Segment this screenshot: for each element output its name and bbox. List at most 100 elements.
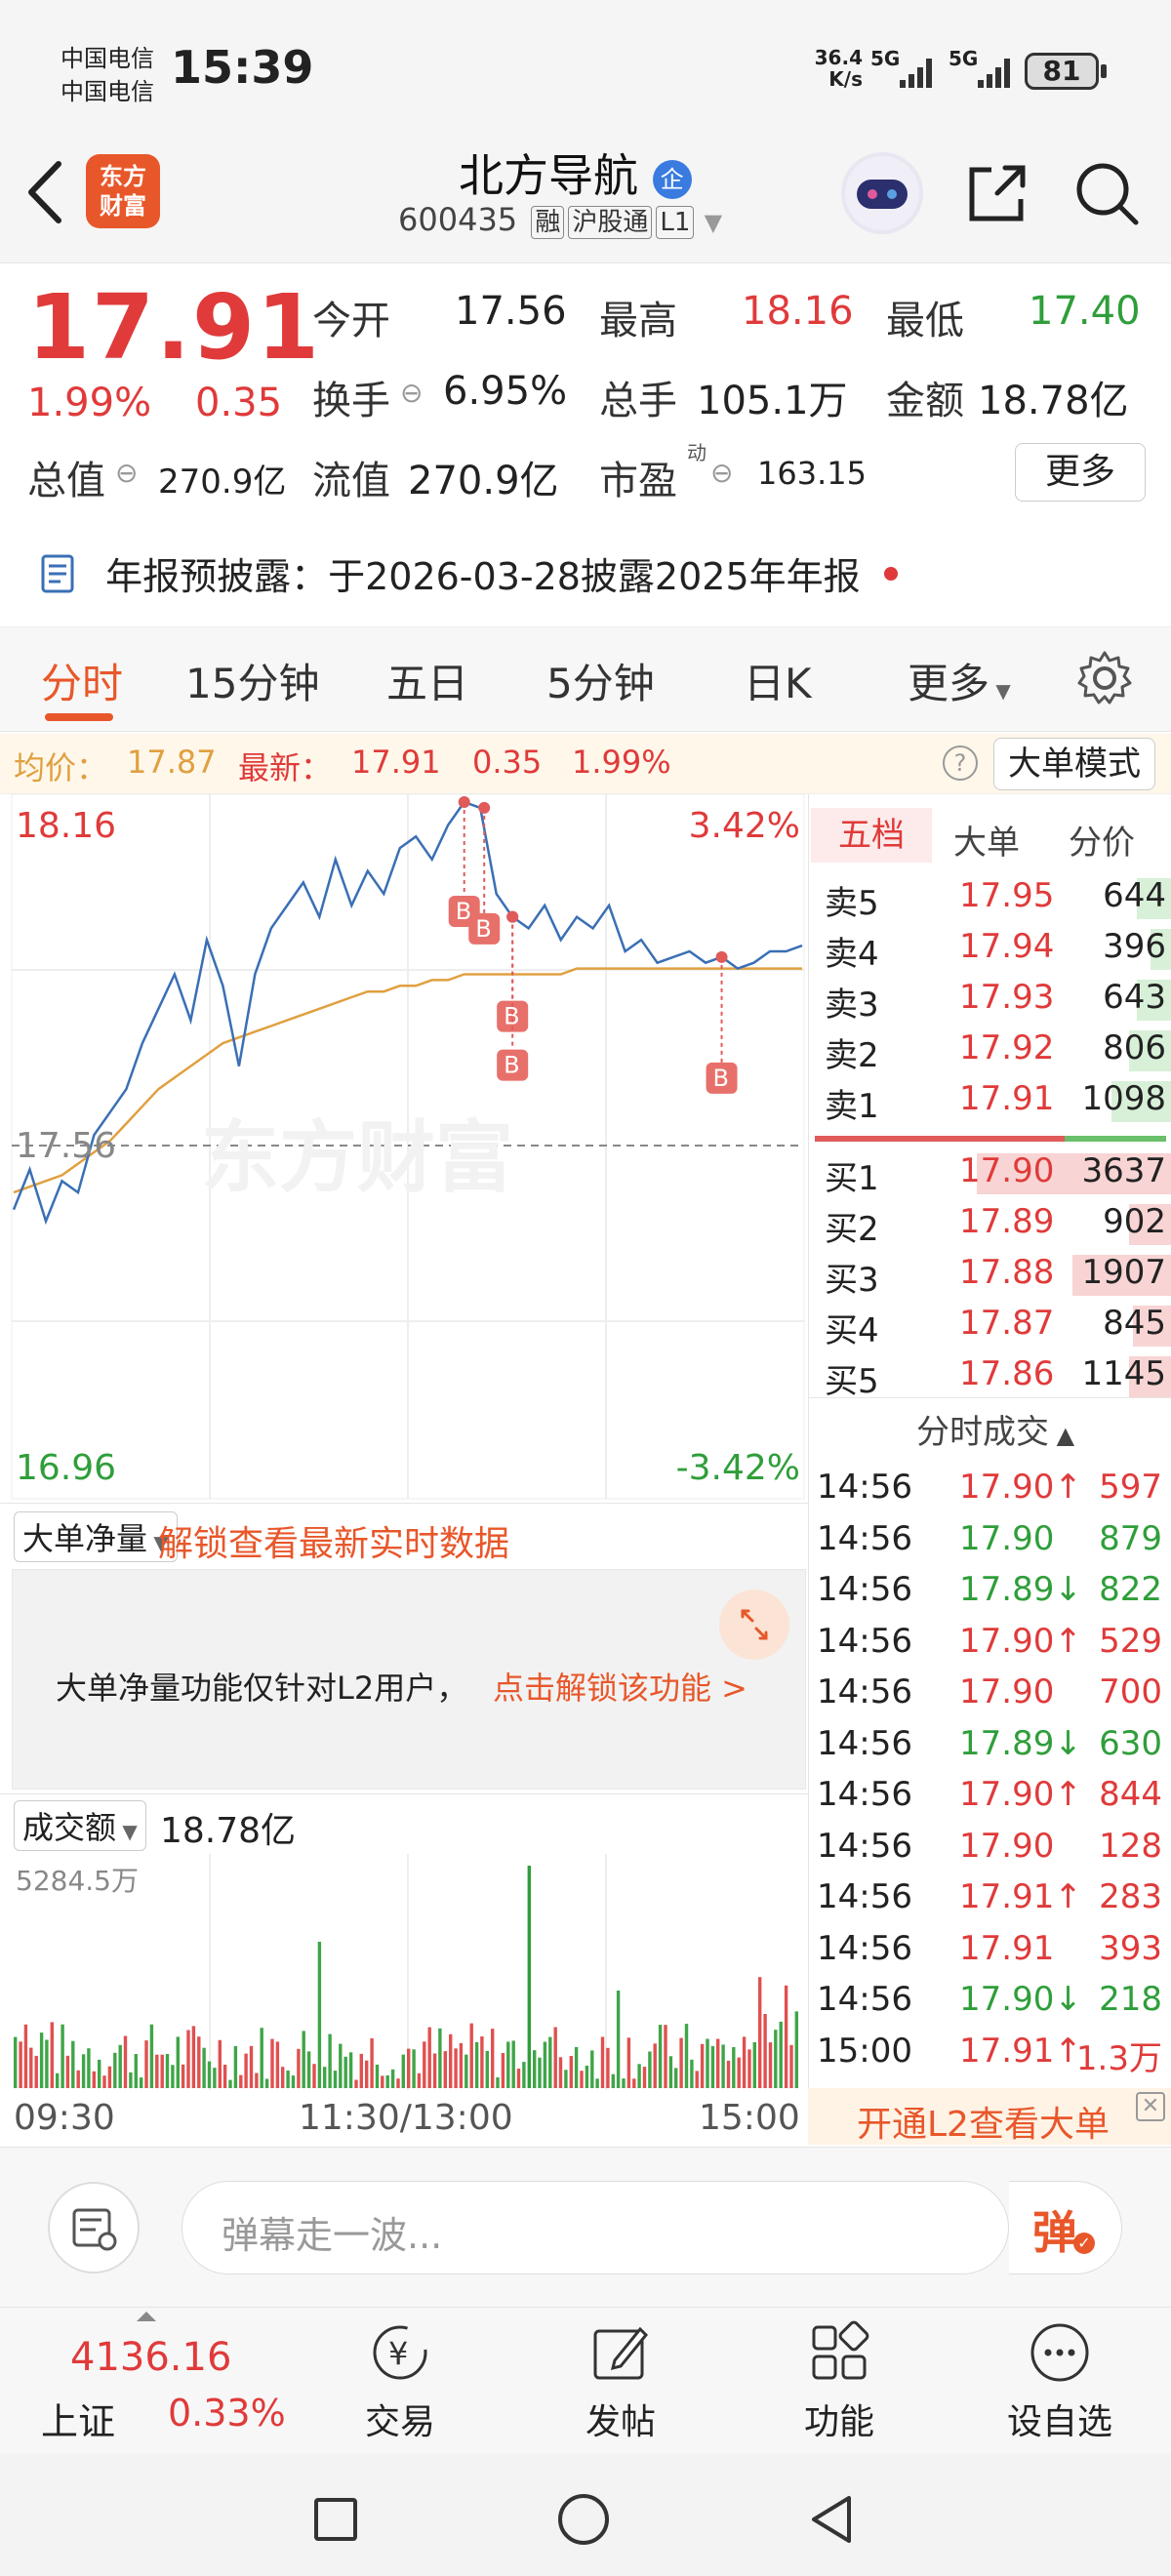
expand-icon[interactable] (717, 1588, 791, 1662)
unlock-feature-link[interactable]: 点击解锁该功能 > (493, 1664, 747, 1709)
level-price: 17.92 (959, 1028, 1055, 1067)
trade-price: 17.90↑ (959, 1621, 1082, 1661)
volume-bar-mark (459, 2042, 464, 2088)
assistant-avatar[interactable] (841, 152, 923, 234)
volume-chart[interactable]: 5284.5万 (0, 1854, 808, 2090)
danmu-input[interactable]: 弹幕走一波... (182, 2181, 1009, 2274)
svg-text:¥: ¥ (388, 2335, 408, 2372)
recent-apps-icon[interactable] (314, 2498, 357, 2541)
battery-tip (1101, 64, 1107, 78)
nav-trade[interactable]: ¥ 交易 (332, 2317, 468, 2444)
help-icon[interactable]: ? (943, 745, 978, 781)
home-icon[interactable] (558, 2494, 609, 2545)
net-flow-dropdown[interactable]: 大单净量 ▼ (14, 1511, 178, 1562)
volume-bar-mark (538, 2057, 542, 2088)
volume-bar-mark (19, 2041, 22, 2088)
tab-big-orders[interactable]: 大单 (953, 816, 1020, 864)
danmu-settings-icon[interactable] (47, 2181, 141, 2274)
nav-function[interactable]: 功能 (771, 2317, 908, 2444)
level-price: 17.94 (959, 927, 1055, 966)
index-value[interactable]: 4136.16 (70, 2335, 231, 2380)
volume-bar-mark (622, 2078, 626, 2088)
volume-bar-mark (317, 1942, 322, 2088)
info-icon[interactable]: ⊖ (710, 457, 733, 489)
volume-bar-mark (312, 2064, 316, 2088)
volume-label: 总手 (599, 379, 677, 423)
volume-bar-mark (129, 2072, 133, 2088)
more-button[interactable]: 更多 (1015, 443, 1146, 502)
close-icon[interactable]: ✕ (1136, 2092, 1165, 2121)
info-icon[interactable]: ⊖ (115, 457, 138, 489)
tab-15min[interactable]: 15分钟 (185, 651, 319, 710)
volume-bar-mark (118, 2044, 122, 2088)
share-icon[interactable] (960, 156, 1034, 230)
notice-bar[interactable]: 年报预披露：于2026-03-28披露2025年年报 (37, 546, 1150, 600)
volume-bar-mark (76, 2070, 80, 2088)
volume-dropdown[interactable]: 成交额 ▼ (14, 1800, 146, 1851)
volume-bar-mark (558, 2057, 563, 2088)
amount-label: 金额 (886, 379, 964, 423)
volume-bar-mark (668, 2056, 673, 2088)
trades-title[interactable]: 分时成交 ▲ (916, 1405, 1074, 1453)
danmu-send-button[interactable]: 弹 ✓ (1009, 2181, 1122, 2274)
level-price: 17.89 (959, 1202, 1055, 1241)
volume-bar-mark (144, 2040, 148, 2088)
tab-five-levels[interactable]: 五档 (811, 808, 932, 863)
back-icon[interactable] (21, 158, 68, 226)
turnover-value: 6.95% (443, 369, 568, 414)
volume-bar-mark (543, 2041, 547, 2088)
tab-more[interactable]: 更多 ▼ (908, 651, 1011, 710)
trade-time: 14:56 (817, 1775, 912, 1814)
volume-bar-mark (134, 2054, 138, 2088)
float-label: 流值 (312, 459, 390, 503)
svg-text:B: B (475, 915, 491, 943)
ask-row: 卖1 17.91 1098 (817, 1075, 1171, 1126)
trade-row: 14:56 17.90 700 (815, 1670, 1170, 1721)
prev-close-label: 17.56 (16, 1126, 117, 1166)
volume-bar-mark (165, 2054, 170, 2088)
tab-daily-k[interactable]: 日K (744, 651, 812, 710)
info-icon[interactable]: ⊖ (400, 377, 423, 409)
big-order-mode-button[interactable]: 大单模式 (993, 738, 1155, 790)
settings-icon[interactable] (1075, 649, 1134, 707)
back-nav-icon[interactable] (806, 2492, 857, 2547)
trade-row: 14:56 17.91↑ 283 (815, 1875, 1170, 1926)
nav-function-label: 功能 (803, 2402, 874, 2442)
volume-bar-mark (674, 2068, 678, 2088)
volume-bar-mark (297, 2048, 301, 2088)
volume-bar-mark (648, 2051, 652, 2088)
trade-volume: 218 (1099, 1980, 1162, 2019)
nav-post[interactable]: 发帖 (552, 2317, 689, 2444)
intraday-chart[interactable]: 东方财富 BBBBB 18.16 3.42% 17.56 16.96 -3.42… (0, 794, 808, 1501)
unlock-link[interactable]: 解锁查看最新实时数据 (158, 1515, 509, 1566)
nav-watchlist[interactable]: 设自选 (991, 2317, 1128, 2444)
volume-bar-mark (679, 2037, 683, 2088)
tab-price-split[interactable]: 分价 (1069, 816, 1135, 864)
tab-5min[interactable]: 5分钟 (546, 651, 655, 710)
volume-bar-mark (443, 2051, 447, 2088)
search-icon[interactable] (1070, 156, 1144, 230)
carrier-1: 中国电信 (61, 45, 154, 72)
volume-bar-mark (207, 2061, 212, 2088)
tab-5day[interactable]: 五日 (386, 651, 468, 710)
volume-bar-mark (491, 2029, 495, 2088)
level-volume: 643 (1103, 978, 1166, 1017)
index-name[interactable]: 上证 (41, 2392, 115, 2445)
robot-icon (845, 156, 919, 230)
level-label: 买5 (825, 1362, 879, 1401)
active-tab-underline (45, 713, 113, 721)
latest-value: 17.91 (351, 744, 441, 781)
low-value: 17.40 (1029, 289, 1141, 334)
tab-intraday[interactable]: 分时 (41, 651, 123, 710)
volume-bar-mark (23, 2024, 28, 2088)
stock-code: 600435 (398, 201, 518, 238)
stock-code-line: 600435 融沪股通 L1 ▼ (398, 201, 722, 239)
chevron-down-icon[interactable]: ▼ (705, 209, 722, 236)
l2-promo[interactable]: 开通L2查看大单 ✕ (808, 2088, 1171, 2145)
level-price: 17.95 (959, 876, 1055, 915)
tag-level: L1 (656, 206, 695, 239)
pe-label: 市盈 (599, 459, 677, 503)
bid-row: 买3 17.88 1907 (817, 1249, 1171, 1300)
volume-bar-mark (390, 2069, 395, 2088)
volume-bar-mark (533, 2050, 537, 2088)
